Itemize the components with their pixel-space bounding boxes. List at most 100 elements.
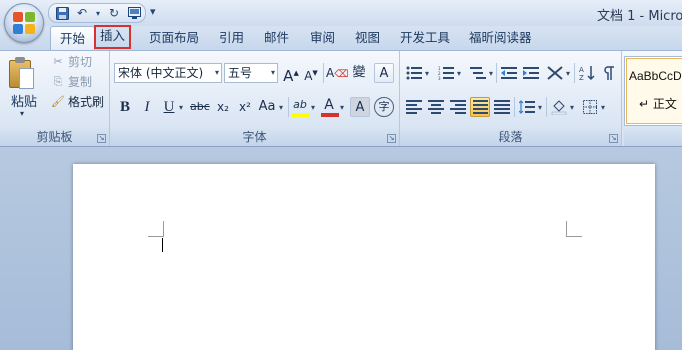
tab-page-layout[interactable]: 页面布局 bbox=[149, 26, 199, 50]
paragraph-launcher-icon[interactable]: ↘ bbox=[609, 134, 618, 143]
quick-access-toolbar: ↶ ▾ ↻ bbox=[48, 3, 146, 23]
change-case-button[interactable]: Aa bbox=[258, 97, 276, 117]
document-workspace bbox=[0, 147, 682, 350]
phonetic-guide-button[interactable]: 變 bbox=[350, 63, 368, 83]
italic-button[interactable]: I bbox=[138, 97, 156, 117]
font-size-value: 五号 bbox=[228, 66, 253, 80]
svg-text:Z: Z bbox=[579, 74, 584, 81]
svg-text:3: 3 bbox=[438, 76, 441, 80]
borders-button[interactable] bbox=[580, 97, 600, 117]
shading-dropdown-icon[interactable]: ▾ bbox=[570, 103, 574, 112]
undo-dropdown-icon[interactable]: ▾ bbox=[95, 6, 101, 20]
align-right-button[interactable] bbox=[448, 97, 468, 117]
paste-dropdown-icon[interactable]: ▾ bbox=[20, 109, 24, 118]
font-name-value: 宋体 (中文正文) bbox=[118, 66, 204, 80]
chinese-layout-button[interactable] bbox=[545, 63, 565, 83]
document-page[interactable] bbox=[73, 164, 655, 350]
scissors-icon: ✂ bbox=[53, 55, 63, 68]
copy-icon: ⎘ bbox=[53, 75, 63, 88]
tab-home[interactable]: 开始 bbox=[50, 26, 96, 50]
save-icon[interactable] bbox=[55, 6, 69, 20]
shrink-font-button[interactable]: A▼ bbox=[302, 63, 320, 83]
multilevel-dropdown-icon[interactable]: ▾ bbox=[489, 69, 493, 78]
font-size-combo[interactable]: 五号 ▾ bbox=[224, 63, 278, 83]
distributed-button[interactable] bbox=[492, 97, 512, 117]
margin-corner-top-right bbox=[566, 221, 582, 237]
bullets-dropdown-icon[interactable]: ▾ bbox=[425, 69, 429, 78]
change-case-dropdown-icon[interactable]: ▾ bbox=[279, 103, 283, 112]
customize-qat-icon[interactable]: ▾ bbox=[150, 5, 156, 18]
paragraph-group: ▾ 123 ▾ ▾ ▾ AZ ▾ ▾ ▾ 段落 ↘ bbox=[400, 51, 622, 146]
chinese-layout-dropdown-icon[interactable]: ▾ bbox=[566, 69, 570, 78]
format-painter-button[interactable]: 🖌 格式刷 bbox=[51, 93, 104, 111]
multilevel-list-button[interactable] bbox=[468, 63, 488, 83]
chevron-down-icon[interactable]: ▾ bbox=[271, 64, 275, 82]
print-preview-icon[interactable] bbox=[127, 6, 141, 20]
align-center-button[interactable] bbox=[426, 97, 446, 117]
superscript-button[interactable]: x² bbox=[236, 97, 254, 117]
decrease-indent-button[interactable] bbox=[499, 63, 519, 83]
style-sample-text: AaBbCcD bbox=[629, 69, 682, 83]
style-name-label: ↵ 正文 bbox=[639, 97, 677, 111]
font-color-dropdown-icon[interactable]: ▾ bbox=[340, 103, 344, 112]
window-title: 文档 1 - Micro bbox=[597, 9, 682, 24]
subscript-button[interactable]: x₂ bbox=[214, 97, 232, 117]
cut-button[interactable]: ✂ 剪切 bbox=[51, 53, 92, 71]
tab-view[interactable]: 视图 bbox=[355, 26, 380, 50]
tab-developer[interactable]: 开发工具 bbox=[400, 26, 450, 50]
sort-button[interactable]: AZ bbox=[577, 63, 597, 83]
justify-button[interactable] bbox=[470, 97, 490, 117]
redo-icon[interactable]: ↻ bbox=[107, 6, 121, 20]
font-launcher-icon[interactable]: ↘ bbox=[387, 134, 396, 143]
styles-group-label bbox=[624, 129, 682, 146]
tab-insert[interactable]: 插入 bbox=[94, 25, 132, 49]
styles-gallery[interactable]: AaBbCcD ↵ 正文 bbox=[624, 56, 682, 126]
numbering-dropdown-icon[interactable]: ▾ bbox=[457, 69, 461, 78]
undo-icon[interactable]: ↶ bbox=[75, 6, 89, 20]
bold-button[interactable]: B bbox=[116, 97, 134, 117]
highlighter-icon: ab bbox=[293, 98, 307, 111]
character-shading-button[interactable]: A bbox=[350, 97, 370, 117]
bullet-list-icon bbox=[406, 66, 422, 80]
enclose-characters-button[interactable]: 字 bbox=[374, 97, 394, 117]
tab-foxit-reader[interactable]: 福昕阅读器 bbox=[469, 26, 532, 50]
bullets-button[interactable] bbox=[404, 63, 424, 83]
cut-label: 剪切 bbox=[68, 55, 93, 69]
clipboard-launcher-icon[interactable]: ↘ bbox=[97, 134, 106, 143]
office-logo-icon bbox=[13, 12, 35, 34]
clear-formatting-button[interactable]: A⌫ bbox=[326, 63, 348, 83]
increase-indent-icon bbox=[523, 67, 539, 79]
underline-dropdown-icon[interactable]: ▾ bbox=[179, 103, 183, 112]
office-button[interactable] bbox=[4, 3, 44, 43]
strikethrough-button[interactable]: abc bbox=[190, 97, 210, 117]
tab-mailings[interactable]: 邮件 bbox=[264, 26, 289, 50]
show-hide-marks-button[interactable] bbox=[599, 63, 619, 83]
ribbon-tabs: 开始 插入 页面布局 引用 邮件 审阅 视图 开发工具 福昕阅读器 bbox=[0, 25, 682, 50]
tab-references[interactable]: 引用 bbox=[219, 26, 244, 50]
tab-review[interactable]: 审阅 bbox=[310, 26, 335, 50]
style-normal[interactable] bbox=[626, 58, 682, 124]
highlight-dropdown-icon[interactable]: ▾ bbox=[311, 103, 315, 112]
underline-button[interactable]: U bbox=[160, 97, 178, 117]
line-spacing-dropdown-icon[interactable]: ▾ bbox=[538, 103, 542, 112]
borders-icon bbox=[583, 100, 597, 114]
line-spacing-icon bbox=[519, 100, 535, 114]
align-left-button[interactable] bbox=[404, 97, 424, 117]
font-name-combo[interactable]: 宋体 (中文正文) ▾ bbox=[114, 63, 222, 83]
font-color-button[interactable]: A bbox=[320, 95, 339, 117]
numbering-button[interactable]: 123 bbox=[436, 63, 456, 83]
character-border-button[interactable]: A bbox=[374, 63, 394, 83]
shading-button[interactable] bbox=[549, 97, 569, 117]
increase-indent-button[interactable] bbox=[521, 63, 541, 83]
text-cursor bbox=[162, 238, 163, 252]
chinese-layout-icon bbox=[547, 66, 563, 80]
paste-icon[interactable] bbox=[9, 56, 35, 90]
chevron-down-icon[interactable]: ▾ bbox=[215, 64, 219, 82]
copy-button[interactable]: ⎘ 复制 bbox=[51, 73, 92, 91]
grow-font-button[interactable]: A▲ bbox=[282, 63, 300, 85]
borders-dropdown-icon[interactable]: ▾ bbox=[601, 103, 605, 112]
line-spacing-button[interactable] bbox=[517, 97, 537, 117]
paste-button[interactable]: 粘贴 bbox=[11, 91, 37, 110]
ribbon: 粘贴 ▾ ✂ 剪切 ⎘ 复制 🖌 格式刷 剪贴板 ↘ 宋体 (中文正文) ▾ 五… bbox=[0, 50, 682, 147]
highlight-button[interactable]: ab bbox=[291, 95, 310, 117]
